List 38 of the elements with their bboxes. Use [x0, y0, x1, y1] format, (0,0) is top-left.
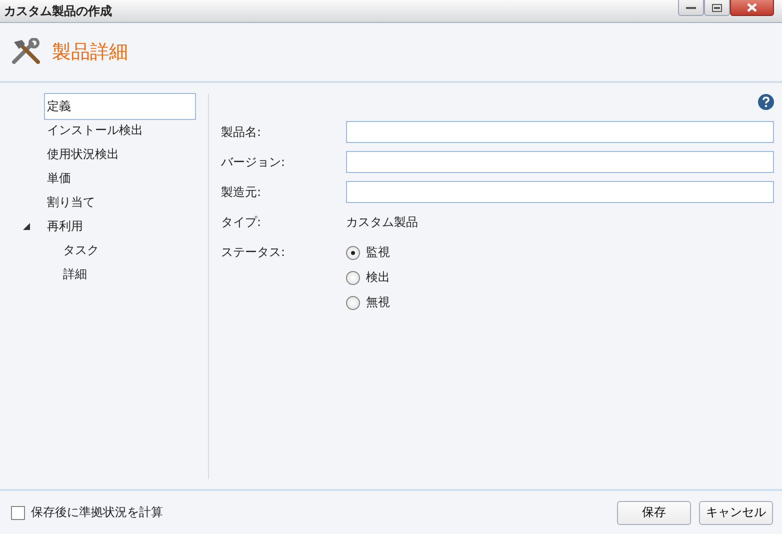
cancel-button[interactable]: キャンセル — [699, 500, 773, 524]
checkbox-label: 保存後に準拠状況を計算 — [31, 504, 163, 521]
nav-item[interactable]: 詳細 — [60, 260, 196, 288]
close-button[interactable] — [730, 0, 774, 16]
maximize-button[interactable] — [704, 0, 730, 16]
save-button[interactable]: 保存 — [617, 500, 691, 524]
input-field[interactable] — [346, 151, 774, 173]
page-title: 製品詳細 — [52, 40, 128, 65]
field-label: ステータス: — [221, 244, 286, 261]
nav-item[interactable]: 割り当て — [44, 188, 196, 216]
radio-label: 無視 — [366, 294, 390, 311]
field-label: タイプ: — [221, 214, 262, 231]
field-label: 製造元: — [221, 184, 262, 201]
input-field[interactable] — [346, 121, 774, 143]
field-label: バージョン: — [221, 154, 286, 171]
window-title: カスタム製品の作成 — [3, 3, 112, 20]
nav-item[interactable]: 単価 — [44, 164, 196, 192]
nav-item[interactable]: インストール検出 — [44, 116, 196, 144]
tools-icon — [10, 38, 42, 66]
radio-button[interactable] — [346, 246, 360, 260]
minimize-icon — [686, 6, 696, 10]
nav-item[interactable]: 再利用 — [44, 212, 196, 240]
expand-arrow-icon[interactable] — [22, 222, 30, 230]
field-label: 製品名: — [221, 124, 262, 141]
close-icon — [747, 3, 757, 12]
radio-button[interactable] — [346, 296, 360, 310]
input-field[interactable] — [346, 181, 774, 203]
minimize-button[interactable] — [678, 0, 704, 16]
radio-button[interactable] — [346, 270, 360, 284]
field-value: カスタム製品 — [346, 214, 419, 231]
nav-item[interactable]: タスク — [60, 236, 196, 264]
maximize-icon — [712, 4, 722, 12]
nav-item[interactable]: 使用状況検出 — [44, 140, 196, 168]
help-icon[interactable] — [758, 94, 774, 110]
radio-label: 検出 — [366, 269, 390, 286]
nav-item[interactable]: 定義 — [44, 92, 196, 120]
checkbox[interactable] — [11, 506, 25, 520]
radio-label: 監視 — [366, 244, 390, 261]
